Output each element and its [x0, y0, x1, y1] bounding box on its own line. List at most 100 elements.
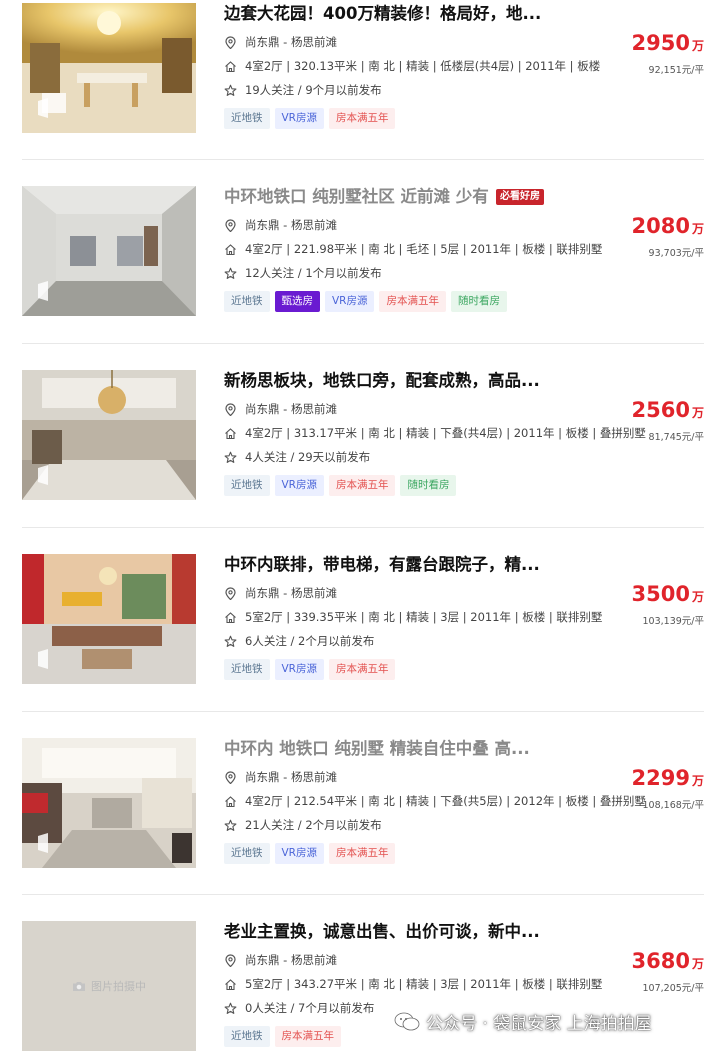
total-price: 2950 [631, 31, 690, 55]
location-row[interactable]: 尚东鼎 - 杨思前滩 [224, 765, 544, 789]
total-price: 2299 [631, 766, 690, 790]
listing-title[interactable]: 中环内联排，带电梯，有露台跟院子，精... [224, 554, 544, 576]
tag-metro: 近地铁 [224, 291, 270, 312]
star-icon [224, 819, 237, 831]
followers-text: 6人关注 / 2个月以前发布 [245, 634, 375, 648]
price-block: 2950 万 92,151元/平 [632, 31, 704, 76]
followers-row: 12人关注 / 1个月以前发布 [224, 261, 544, 285]
location-pin-icon [225, 953, 236, 967]
vr-icon [38, 833, 48, 853]
listing-photo[interactable] [22, 186, 196, 316]
location-text[interactable]: 尚东鼎 - 杨思前滩 [245, 952, 337, 968]
tag-five-years: 房本满五年 [379, 291, 446, 312]
details-text: 5室2厅 | 343.27平米 | 南 北 | 精装 | 3层 | 2011年 … [245, 977, 603, 991]
location-text[interactable]: 尚东鼎 - 杨思前滩 [245, 217, 337, 233]
location-pin-icon [225, 218, 236, 232]
tag-list: 近地铁 甄选房 VR房源 房本满五年 随时看房 [224, 291, 544, 312]
unit-price: 93,703元/平 [648, 248, 704, 259]
vr-icon [38, 465, 48, 485]
listing-photo[interactable] [22, 3, 196, 133]
total-price: 2560 [631, 398, 690, 422]
listing-photo[interactable] [22, 370, 196, 500]
location-pin-icon [225, 586, 236, 600]
total-price: 3680 [631, 949, 690, 973]
listing-photo[interactable] [22, 738, 196, 868]
tag-list: 近地铁 VR房源 房本满五年 随时看房 [224, 475, 544, 496]
star-icon [224, 84, 237, 96]
tag-five-years: 房本满五年 [328, 475, 396, 496]
unit-price: 103,139元/平 [642, 616, 705, 627]
details-text: 4室2厅 | 212.54平米 | 南 北 | 精装 | 下叠(共5层) | 2… [245, 794, 646, 808]
location-pin-icon [225, 402, 236, 416]
watermark-text: 公众号 · 袋鼠安家 上海拍拍屋 [426, 1014, 652, 1034]
followers-text: 19人关注 / 9个月以前发布 [245, 83, 382, 97]
price-unit: 万 [691, 957, 704, 971]
vr-icon [38, 649, 48, 669]
followers-row: 4人关注 / 29天以前发布 [224, 445, 544, 469]
listing-title[interactable]: 中环地铁口 纯别墅社区 近前滩 少有中叠...必看好房 [224, 186, 544, 208]
details-text: 5室2厅 | 339.35平米 | 南 北 | 精装 | 3层 | 2011年 … [245, 610, 603, 624]
listing-photo-placeholder[interactable]: 图片拍摄中 [22, 921, 196, 1051]
location-text[interactable]: 尚东鼎 - 杨思前滩 [245, 401, 337, 417]
price-block: 2299 万 108,168元/平 [632, 766, 704, 811]
tag-five-years: 房本满五年 [274, 1026, 341, 1047]
location-row[interactable]: 尚东鼎 - 杨思前滩 [224, 581, 544, 605]
location-text[interactable]: 尚东鼎 - 杨思前滩 [245, 769, 337, 785]
details-text: 4室2厅 | 221.98平米 | 南 北 | 毛坯 | 5层 | 2011年 … [245, 242, 603, 256]
wechat-icon [394, 1012, 420, 1030]
followers-text: 4人关注 / 29天以前发布 [245, 450, 371, 464]
placeholder-text: 图片拍摄中 [91, 980, 146, 993]
vr-icon [38, 98, 48, 118]
followers-text: 21人关注 / 2个月以前发布 [245, 818, 382, 832]
price-unit: 万 [691, 774, 704, 788]
total-price: 3500 [631, 582, 690, 606]
total-price: 2080 [631, 214, 690, 238]
location-row[interactable]: 尚东鼎 - 杨思前滩 [224, 948, 544, 972]
listing-photo[interactable] [22, 554, 196, 684]
tag-vr: VR房源 [274, 659, 324, 680]
tag-vr: VR房源 [274, 475, 324, 496]
unit-price: 81,745元/平 [648, 432, 704, 443]
house-icon [225, 243, 236, 255]
details-row: 5室2厅 | 343.27平米 | 南 北 | 精装 | 3层 | 2011年 … [224, 972, 602, 996]
unit-price: 107,205元/平 [642, 983, 705, 994]
location-pin-icon [225, 770, 236, 784]
tag-selected-home: 甄选房 [274, 291, 320, 312]
followers-row: 19人关注 / 9个月以前发布 [224, 78, 544, 102]
star-icon [224, 1002, 237, 1014]
followers-row: 21人关注 / 2个月以前发布 [224, 813, 544, 837]
location-text[interactable]: 尚东鼎 - 杨思前滩 [245, 34, 337, 50]
price-unit: 万 [691, 222, 704, 236]
followers-row: 6人关注 / 2个月以前发布 [224, 629, 544, 653]
details-row: 4室2厅 | 212.54平米 | 南 北 | 精装 | 下叠(共5层) | 2… [224, 789, 646, 813]
divider [22, 711, 704, 712]
house-icon [225, 60, 236, 72]
tag-visit-anytime: 随时看房 [450, 291, 507, 312]
details-row: 5室2厅 | 339.35平米 | 南 北 | 精装 | 3层 | 2011年 … [224, 605, 602, 629]
tag-five-years: 房本满五年 [328, 843, 396, 864]
star-icon [224, 451, 237, 463]
tag-five-years: 房本满五年 [328, 659, 396, 680]
tag-visit-anytime: 随时看房 [400, 475, 457, 496]
location-row[interactable]: 尚东鼎 - 杨思前滩 [224, 213, 544, 237]
vr-icon [38, 281, 48, 301]
house-icon [225, 427, 236, 439]
listing-title[interactable]: 边套大花园！400万精装修！格局好，地... [224, 3, 544, 25]
star-icon [224, 267, 237, 279]
listing-title[interactable]: 新杨思板块，地铁口旁，配套成熟，高品... [224, 370, 544, 392]
tag-five-years: 房本满五年 [328, 108, 396, 129]
followers-text: 0人关注 / 7个月以前发布 [245, 1001, 375, 1015]
location-pin-icon [225, 35, 236, 49]
listing-title[interactable]: 老业主置换，诚意出售、出价可谈，新中... [224, 921, 544, 943]
must-see-badge: 必看好房 [496, 189, 544, 205]
tag-metro: 近地铁 [224, 108, 270, 129]
location-text[interactable]: 尚东鼎 - 杨思前滩 [245, 585, 337, 601]
unit-price: 92,151元/平 [648, 65, 704, 76]
tag-metro: 近地铁 [224, 475, 270, 496]
tag-vr: VR房源 [274, 108, 324, 129]
listing-title[interactable]: 中环内 地铁口 纯别墅 精装自住中叠 高... [224, 738, 544, 760]
divider [22, 894, 704, 895]
location-row[interactable]: 尚东鼎 - 杨思前滩 [224, 397, 544, 421]
location-row[interactable]: 尚东鼎 - 杨思前滩 [224, 30, 544, 54]
price-block: 3680 万 107,205元/平 [632, 949, 704, 994]
